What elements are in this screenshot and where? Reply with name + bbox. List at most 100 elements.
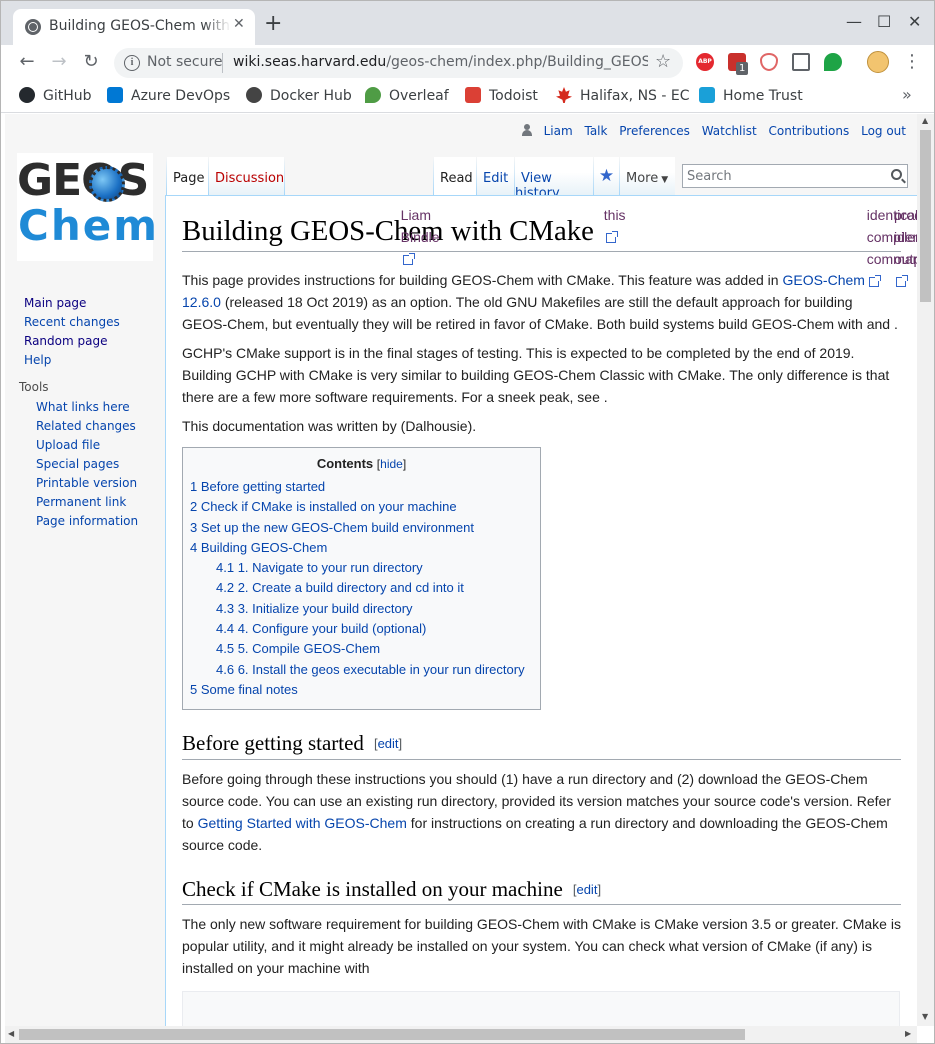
horizontal-scrollbar[interactable]: ◀ ▶ <box>5 1026 917 1043</box>
bookmarks-overflow-icon[interactable]: » <box>902 85 912 104</box>
author-paragraph: This documentation was written by Liam B… <box>182 207 901 437</box>
personal-tools: Liam Talk Preferences Watchlist Contribu… <box>506 124 906 138</box>
forward-arrow-icon[interactable]: → <box>47 51 71 72</box>
external-link-icon <box>868 275 881 287</box>
toc-item[interactable]: 3 Set up the new GEOS-Chem build environ… <box>190 518 533 538</box>
toc-item[interactable]: 1 Before getting started <box>190 477 533 497</box>
sidebar-item-permanent-link[interactable]: Permanent link <box>36 493 138 512</box>
sidebar-item-upload-file[interactable]: Upload file <box>36 436 138 455</box>
sidebar-item-what-links-here[interactable]: What links here <box>36 398 138 417</box>
leaf-icon[interactable] <box>824 53 842 71</box>
search-box[interactable] <box>682 164 908 188</box>
sidebar-item-special-pages[interactable]: Special pages <box>36 455 138 474</box>
bookmark-star-icon[interactable]: ☆ <box>655 51 671 72</box>
chevron-down-icon: ▼ <box>661 175 669 185</box>
personal-talk[interactable]: Talk <box>584 124 607 138</box>
sidebar-item-related-changes[interactable]: Related changes <box>36 417 138 436</box>
tab-edit[interactable]: Edit <box>477 157 514 195</box>
maple-leaf-icon <box>556 87 572 103</box>
browser-window: Building GEOS-Chem with CMake ✕ + — ☐ ✕ … <box>0 0 935 1044</box>
personal-watchlist[interactable]: Watchlist <box>702 124 757 138</box>
personal-contributions[interactable]: Contributions <box>769 124 850 138</box>
menu-dots-icon[interactable]: ⋮ <box>903 51 921 72</box>
gchp-paragraph: GCHP's CMake support is in the final sta… <box>182 207 901 408</box>
scroll-up-icon[interactable]: ▲ <box>922 116 928 125</box>
window-close-icon[interactable]: ✕ <box>908 12 921 31</box>
search-icon[interactable] <box>891 169 902 180</box>
tab-page[interactable]: Page <box>167 157 208 195</box>
section-2-paragraph: The only new software requirement for bu… <box>182 915 901 976</box>
info-icon[interactable]: i <box>124 55 140 71</box>
identical-output-link[interactable]: produce identical output <box>894 204 917 287</box>
sidebar-item-help[interactable]: Help <box>24 351 120 370</box>
watch-star-icon[interactable]: ★ <box>594 157 619 195</box>
globe-logo-icon <box>89 166 125 202</box>
close-tab-icon[interactable]: ✕ <box>233 16 245 32</box>
scroll-left-icon[interactable]: ◀ <box>8 1029 14 1038</box>
horizontal-scroll-thumb[interactable] <box>19 1029 745 1040</box>
browser-toolbar: ← → ↻ i Not secure wiki.seas.harvard.edu… <box>1 45 934 81</box>
sidebar-navigation: Main page Recent changes Random page Hel… <box>24 294 120 370</box>
security-label[interactable]: Not secure <box>147 54 223 70</box>
toc-item[interactable]: 4.3 3. Initialize your build directory <box>190 599 533 619</box>
browser-tab[interactable]: Building GEOS-Chem with CMake ✕ <box>13 9 255 45</box>
external-link-icon <box>605 231 618 243</box>
bookmark-azure-devops[interactable]: Azure DevOps <box>107 87 230 104</box>
toc-item[interactable]: 5 Some final notes <box>190 680 533 700</box>
personal-preferences[interactable]: Preferences <box>619 124 690 138</box>
sidebar-item-random-page[interactable]: Random page <box>24 332 120 351</box>
vertical-scroll-thumb[interactable] <box>920 130 931 302</box>
toc-item[interactable]: 4.1 1. Navigate to your run directory <box>190 558 533 578</box>
edit-section-link[interactable]: edit <box>576 882 597 897</box>
sidebar-item-page-information[interactable]: Page information <box>36 512 138 531</box>
section-heading-check-cmake: Check if CMake is installed on your mach… <box>182 876 901 905</box>
tab-title: Building GEOS-Chem with CMake <box>49 18 229 34</box>
back-arrow-icon[interactable]: ← <box>15 51 39 72</box>
minimize-icon[interactable]: — <box>846 12 862 31</box>
bookmark-overleaf[interactable]: Overleaf <box>365 87 449 104</box>
toc-item[interactable]: 4.2 2. Create a build directory and cd i… <box>190 578 533 598</box>
reader-icon[interactable] <box>792 53 810 71</box>
vertical-scrollbar[interactable]: ▲ ▼ <box>917 114 934 1026</box>
scroll-down-icon[interactable]: ▼ <box>922 1012 928 1021</box>
bookmark-github[interactable]: GitHub <box>19 87 92 104</box>
sidebar-item-printable-version[interactable]: Printable version <box>36 474 138 493</box>
author-link[interactable]: Liam Bindle <box>401 204 440 265</box>
bookmark-halifax[interactable]: Halifax, NS - EC <box>556 87 690 104</box>
site-logo[interactable]: GEOS Chem <box>17 153 157 261</box>
toc-item[interactable]: 4 Building GEOS-Chem <box>190 538 533 558</box>
bookmark-docker-hub[interactable]: Docker Hub <box>246 87 352 104</box>
search-input[interactable] <box>683 166 873 187</box>
tab-discussion[interactable]: Discussion <box>209 157 284 195</box>
toc-item[interactable]: 4.4 4. Configure your build (optional) <box>190 619 533 639</box>
getting-started-link[interactable]: Getting Started with GEOS-Chem <box>198 815 407 831</box>
toc-hide-link[interactable]: hide <box>380 457 403 471</box>
logo-geos-text: GEOS <box>17 155 149 206</box>
more-menu[interactable]: More ▼ <box>620 157 675 195</box>
toc-item[interactable]: 4.5 5. Compile GEOS-Chem <box>190 639 533 659</box>
reload-icon[interactable]: ↻ <box>79 51 103 72</box>
identical-compiler-commands-link[interactable]: identical compiler commands <box>867 204 917 287</box>
adblock-icon[interactable]: ABP <box>696 53 714 71</box>
github-icon <box>19 87 35 103</box>
personal-user[interactable]: Liam <box>514 124 573 138</box>
sidebar-item-main-page[interactable]: Main page <box>24 294 120 313</box>
maximize-icon[interactable]: ☐ <box>877 12 891 31</box>
toc-item[interactable]: 4.6 6. Install the geos executable in yo… <box>190 660 533 680</box>
personal-logout[interactable]: Log out <box>861 124 906 138</box>
profile-avatar[interactable] <box>867 51 889 73</box>
toc-item[interactable]: 2 Check if CMake is installed on your ma… <box>190 497 533 517</box>
edit-section-link[interactable]: edit <box>378 736 399 751</box>
url-text[interactable]: wiki.seas.harvard.edu/geos-chem/index.ph… <box>233 54 648 70</box>
scroll-right-icon[interactable]: ▶ <box>905 1029 911 1038</box>
sidebar-item-recent-changes[interactable]: Recent changes <box>24 313 120 332</box>
tab-view-history[interactable]: View history <box>515 157 593 201</box>
bookmark-home-trust[interactable]: Home Trust <box>699 87 803 104</box>
new-tab-button[interactable]: + <box>264 13 282 35</box>
sneak-peek-link[interactable]: this <box>604 204 626 243</box>
tab-read[interactable]: Read <box>434 157 476 195</box>
bookmark-todoist[interactable]: Todoist <box>465 87 538 104</box>
overleaf-icon <box>365 87 381 103</box>
address-bar[interactable]: i Not secure wiki.seas.harvard.edu/geos-… <box>114 48 683 78</box>
shield-icon[interactable] <box>760 53 778 71</box>
